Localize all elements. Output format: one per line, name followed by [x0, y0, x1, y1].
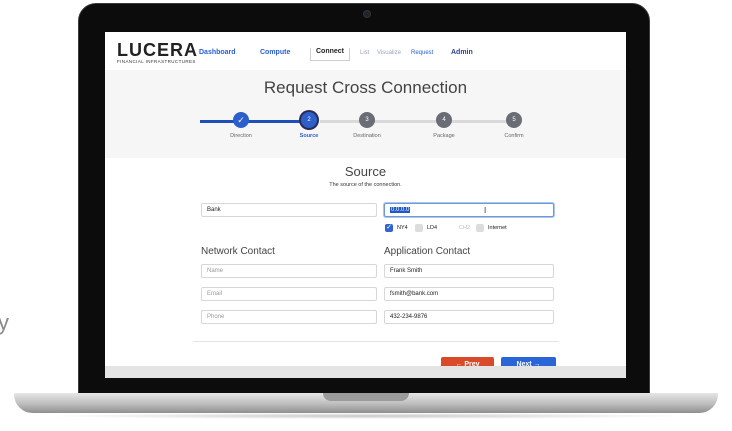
progress-stepper: ✓ 2 3 4 5 Direction Source Destination P… — [105, 108, 626, 148]
top-navigation: LUCERA FINANCIAL INFRASTRUCTURES Dashboa… — [105, 32, 626, 71]
step-label-source: Source — [299, 133, 319, 139]
step-label-package: Package — [433, 133, 455, 139]
network-phone-field[interactable]: Phone — [201, 310, 377, 324]
nav-visualize[interactable]: Visualize — [377, 50, 401, 56]
internet-checkbox[interactable] — [476, 224, 484, 232]
camera-icon — [363, 10, 371, 18]
stepper-remaining-line — [320, 120, 510, 123]
nav-connect[interactable]: Connect — [310, 48, 350, 61]
step-confirm[interactable]: 5 — [506, 112, 522, 128]
nav-request[interactable]: Request — [411, 50, 433, 56]
application-name-field[interactable]: Frank Smith — [384, 264, 554, 278]
application-email-field[interactable]: fsmith@bank.com — [384, 287, 554, 301]
brand-logo: LUCERA — [117, 40, 198, 60]
step-direction-check-icon[interactable]: ✓ — [233, 112, 249, 128]
network-name-field[interactable]: Name — [201, 264, 377, 278]
background-text-fragment: y — [0, 310, 9, 335]
page-title: Request Cross Connection — [263, 78, 468, 97]
ip-address-field[interactable]: 0.0.0.0 I — [384, 203, 554, 217]
source-title: Source — [344, 164, 387, 179]
nav-list[interactable]: List — [360, 50, 369, 56]
ch2-label: CH2 — [459, 225, 471, 231]
nav-compute[interactable]: Compute — [260, 49, 290, 56]
source-form: Source The source of the connection. Ban… — [105, 158, 626, 378]
network-email-field[interactable]: Email — [201, 287, 377, 301]
ld4-checkbox[interactable] — [415, 224, 423, 232]
form-divider — [193, 341, 559, 342]
text-cursor-icon: I — [484, 206, 487, 215]
ld4-label: LD4 — [427, 225, 438, 231]
ny4-checkbox[interactable]: ✓ — [385, 224, 393, 232]
bank-field[interactable]: Bank — [201, 203, 377, 217]
laptop-notch — [323, 393, 409, 401]
step-package[interactable]: 4 — [436, 112, 452, 128]
brand-subtitle: FINANCIAL INFRASTRUCTURES — [117, 59, 196, 64]
nav-admin[interactable]: Admin — [451, 49, 473, 56]
application-phone-field[interactable]: 432-234-9876 — [384, 310, 554, 324]
step-label-direction: Direction — [230, 133, 252, 139]
main-content: Request Cross Connection ✓ 2 3 4 5 Direc… — [105, 70, 626, 378]
screen-bottom-edge — [105, 366, 626, 378]
step-label-confirm: Confirm — [504, 133, 524, 139]
source-subtitle: The source of the connection. — [329, 182, 402, 188]
laptop-shadow — [40, 413, 692, 419]
step-source[interactable]: 2 — [301, 112, 317, 128]
ip-address-value: 0.0.0.0 — [390, 207, 411, 213]
ny4-label: NY4 — [397, 225, 408, 231]
stepper-progress-line — [200, 120, 312, 123]
nav-dashboard[interactable]: Dashboard — [199, 49, 236, 56]
internet-label: Internet — [488, 225, 507, 231]
step-label-destination: Destination — [353, 133, 381, 139]
application-contact-title: Application Contact — [384, 246, 471, 257]
app-screen: LUCERA FINANCIAL INFRASTRUCTURES Dashboa… — [105, 32, 626, 378]
step-destination[interactable]: 3 — [359, 112, 375, 128]
network-contact-title: Network Contact — [201, 246, 275, 257]
